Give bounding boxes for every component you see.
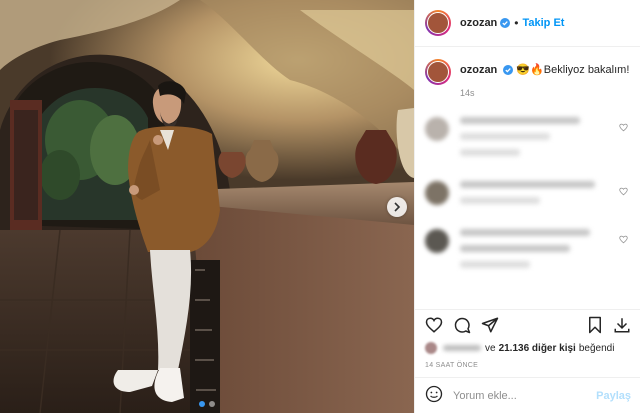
comment-like-icon[interactable] — [619, 187, 628, 196]
post-actions: ve 21.136 diğer kişi beğendi 14 SAAT ÖNC… — [415, 309, 640, 369]
redacted-text — [460, 229, 590, 236]
comment-avatar — [425, 117, 449, 141]
follow-button[interactable]: Takip Et — [522, 17, 564, 29]
chevron-right-icon — [394, 202, 401, 212]
redacted-text — [460, 197, 540, 204]
emoji-icon[interactable] — [425, 385, 443, 406]
redacted-text — [460, 117, 580, 124]
carousel-indicator — [0, 401, 414, 407]
post-caption: ozozan 😎🔥Bekliyoz bakalım! 14s — [425, 59, 630, 101]
liker-avatar — [425, 342, 437, 354]
header-separator: • — [514, 16, 519, 30]
redacted-liker-name — [443, 345, 481, 351]
comment-input[interactable] — [453, 389, 597, 402]
post-header: ozozan • Takip Et — [415, 0, 640, 47]
like-button[interactable] — [425, 316, 443, 334]
comment-avatar — [425, 181, 449, 205]
likes-count[interactable]: 21.136 diğer kişi — [499, 343, 576, 354]
download-icon — [614, 318, 630, 333]
carousel-next-button[interactable] — [387, 197, 407, 217]
redacted-text — [460, 181, 595, 188]
share-icon — [481, 317, 499, 333]
comment-icon — [454, 317, 471, 334]
redacted-text — [460, 245, 570, 252]
heart-icon — [425, 317, 443, 333]
redacted-text — [460, 133, 550, 140]
likes-and: ve — [485, 342, 496, 354]
caption-avatar[interactable] — [425, 59, 451, 85]
share-button[interactable] — [481, 316, 499, 334]
likes-summary[interactable]: ve 21.136 diğer kişi beğendi — [425, 340, 631, 356]
add-comment-bar: Paylaş — [415, 377, 640, 413]
bookmark-icon — [589, 316, 601, 334]
download-button[interactable] — [613, 316, 631, 334]
verified-badge-icon — [500, 18, 511, 28]
carousel-dot-active — [199, 401, 205, 407]
photo-image — [0, 0, 414, 413]
caption-time: 14s — [460, 88, 475, 98]
caption-text: 😎🔥Bekliyoz bakalım! — [516, 64, 630, 76]
post-side-panel: ozozan • Takip Et ozozan 😎🔥Bekliyoz baka… — [414, 0, 640, 413]
comment-item — [425, 229, 630, 277]
comments-list[interactable]: ozozan 😎🔥Bekliyoz bakalım! 14s — [415, 47, 640, 309]
verified-badge-icon — [503, 65, 514, 76]
comment-avatar — [425, 229, 449, 253]
comment-item — [425, 117, 630, 165]
comment-like-icon[interactable] — [619, 123, 628, 132]
carousel-dot — [209, 401, 215, 407]
likes-suffix: beğendi — [578, 342, 615, 354]
comment-item — [425, 181, 630, 213]
username-link[interactable]: ozozan — [460, 17, 497, 29]
comment-button[interactable] — [453, 316, 471, 334]
redacted-text — [460, 149, 520, 156]
save-button[interactable] — [587, 316, 603, 334]
post-photo[interactable] — [0, 0, 414, 413]
post-timestamp[interactable]: 14 SAAT ÖNCE — [425, 362, 631, 369]
user-avatar[interactable] — [425, 10, 451, 36]
post-comment-button[interactable]: Paylaş — [596, 390, 631, 402]
comment-like-icon[interactable] — [619, 235, 628, 244]
caption-username[interactable]: ozozan — [460, 64, 497, 76]
redacted-text — [460, 261, 530, 268]
